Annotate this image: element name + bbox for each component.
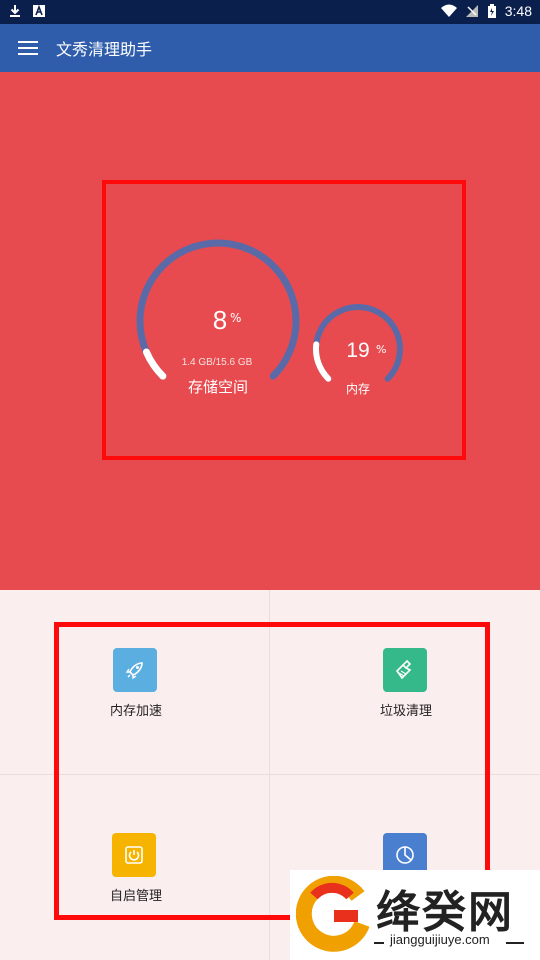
watermark-logo-icon	[296, 876, 370, 952]
hamburger-menu-icon	[18, 41, 38, 55]
wifi-icon	[440, 4, 457, 17]
menu-button[interactable]	[0, 24, 56, 72]
download-icon	[10, 5, 20, 17]
watermark-url: jiangguijiuye.com	[390, 932, 490, 947]
status-bar: 3:48	[0, 0, 540, 24]
app-notification-icon	[33, 4, 45, 17]
app-title: 文秀清理助手	[56, 42, 153, 59]
clock-time: 3:48	[504, 3, 532, 19]
watermark-line	[374, 942, 384, 944]
watermark: 绛癸网 jiangguijiuye.com	[290, 870, 540, 960]
watermark-brand: 绛癸网	[376, 887, 514, 938]
watermark-line	[506, 942, 524, 944]
annotation-highlight-box	[102, 180, 466, 460]
battery-icon	[487, 4, 496, 18]
app-bar: 文秀清理助手	[0, 24, 540, 72]
signal-icon	[465, 5, 478, 17]
